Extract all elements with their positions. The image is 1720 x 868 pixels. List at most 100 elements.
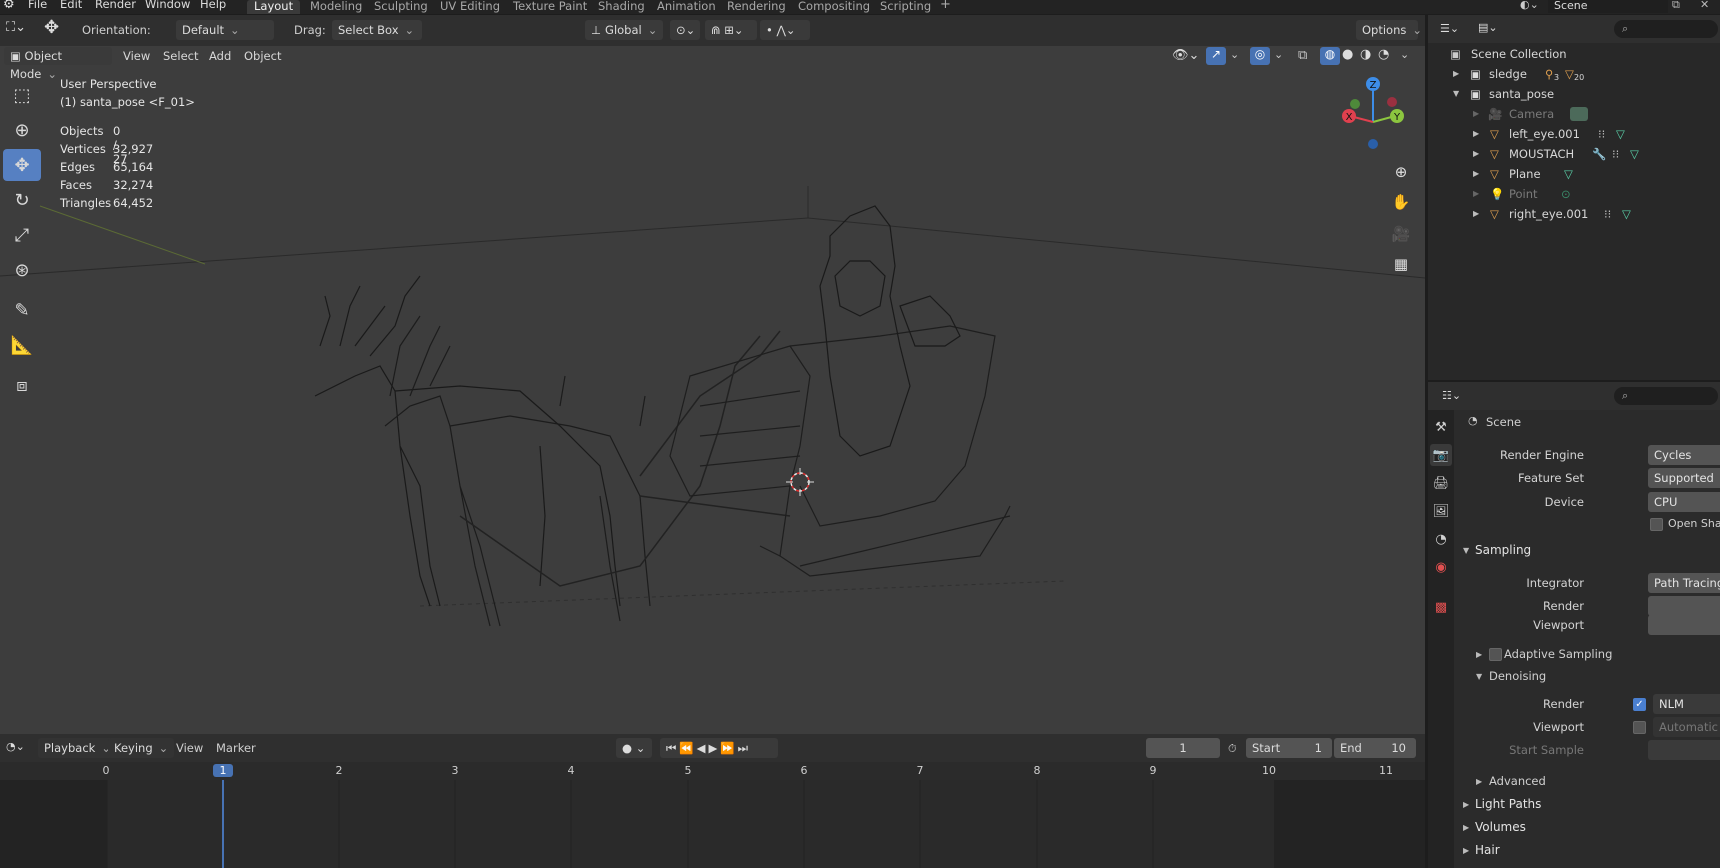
timeline-view-menu[interactable]: View <box>176 738 203 758</box>
navigation-gizmo[interactable]: Z Y X <box>1335 76 1415 156</box>
sampling-panel-header[interactable]: Sampling <box>1475 543 1531 557</box>
scene-selector-icon[interactable]: ◐⌄ <box>1520 0 1539 11</box>
adaptive-sampling-checkbox[interactable] <box>1489 648 1502 661</box>
denoise-viewport-checkbox[interactable] <box>1633 721 1646 734</box>
playback-menu[interactable]: Playback <box>38 738 117 758</box>
properties-search-input[interactable]: ⌕ <box>1614 387 1718 405</box>
editor-type-icon[interactable]: ⛶⌄ <box>6 20 26 35</box>
outliner-row-scene-collection[interactable]: ▣ Scene Collection <box>1428 44 1720 64</box>
marker-menu[interactable]: Marker <box>216 738 256 758</box>
outliner-row-sledge[interactable]: ▶ ▣ sledge ⚲ 3 ▽ 20 <box>1428 64 1720 84</box>
viewport-menu-object[interactable]: Object <box>240 47 285 65</box>
open-shading-checkbox[interactable] <box>1650 518 1663 531</box>
tab-animation[interactable]: Animation <box>650 0 723 14</box>
collapse-arrow-icon[interactable]: ▼ <box>1453 84 1459 104</box>
scene-wireframe[interactable] <box>0 46 1425 734</box>
timeline-editor-type-icon[interactable]: ◔⌄ <box>6 740 25 753</box>
options-dropdown[interactable]: Options <box>1356 20 1418 40</box>
overlays-dropdown-icon[interactable]: ⌄ <box>1274 48 1283 61</box>
auto-keying-button[interactable]: ● ⌄ <box>616 738 652 758</box>
expand-arrow-icon[interactable]: ▶ <box>1473 104 1479 124</box>
advanced-panel-header[interactable]: Advanced <box>1489 774 1546 788</box>
start-frame-field[interactable]: Start 1 <box>1246 738 1332 758</box>
outliner-row-moustach[interactable]: ▶ ▽ MOUSTACH 🔧 ⁝⁝ ▽ <box>1428 144 1720 164</box>
keying-menu[interactable]: Keying <box>108 738 175 758</box>
tab-uv-editing[interactable]: UV Editing <box>433 0 507 14</box>
outliner-row-camera[interactable]: ▶ 🎥 Camera <box>1428 104 1720 124</box>
viewport-menu-view[interactable]: View <box>119 47 154 65</box>
expand-arrow-icon[interactable]: ▶ <box>1473 124 1479 144</box>
pivot-point-button[interactable]: ⊙⌄ <box>670 20 700 40</box>
timeline-ruler[interactable]: 0 1 2 3 4 5 6 7 8 9 10 11 <box>0 762 1425 780</box>
expand-arrow-icon[interactable]: ▶ <box>1473 144 1479 164</box>
wireframe-shading-icon[interactable]: ◍ <box>1320 47 1340 65</box>
world-tab-icon[interactable]: ◉ <box>1430 556 1452 578</box>
gizmo-dropdown-icon[interactable]: ⌄ <box>1230 48 1239 61</box>
tab-layout[interactable]: Layout <box>247 0 301 14</box>
mode-dropdown[interactable]: ▣ Object Mode <box>4 47 112 81</box>
expand-arrow-icon[interactable]: ▶ <box>1463 800 1469 809</box>
viewport-menu-add[interactable]: Add <box>205 47 235 65</box>
measure-tool-icon[interactable]: 📐 <box>3 329 41 361</box>
preview-range-icon[interactable]: ⏱ <box>1228 742 1237 756</box>
denoise-render-dropdown[interactable]: NLM <box>1653 694 1720 714</box>
menu-edit[interactable]: Edit <box>60 0 82 11</box>
gizmo-toggle-icon[interactable]: ↗ <box>1206 47 1226 65</box>
properties-editor-type-icon[interactable]: ☷⌄ <box>1442 389 1461 402</box>
timeline-body[interactable] <box>0 780 1425 868</box>
expand-arrow-icon[interactable]: ▶ <box>1473 164 1479 184</box>
collapse-arrow-icon[interactable]: ▼ <box>1476 672 1482 681</box>
current-frame-indicator[interactable]: 1 <box>213 764 233 777</box>
tab-sculpting[interactable]: Sculpting <box>367 0 435 14</box>
denoising-panel-header[interactable]: Denoising <box>1489 669 1546 683</box>
scene-tab-icon[interactable]: ◔ <box>1430 528 1452 550</box>
scene-name-field[interactable]: Scene <box>1548 0 1668 13</box>
current-frame-field[interactable]: 1 <box>1146 738 1220 758</box>
proportional-edit-button[interactable]: • ⋀⌄ <box>760 20 810 40</box>
start-sample-field[interactable] <box>1648 740 1720 760</box>
collapse-arrow-icon[interactable]: ▼ <box>1463 546 1469 555</box>
rotate-tool-icon[interactable]: ↻ <box>3 184 41 216</box>
zoom-icon[interactable]: ⊕ <box>1388 159 1414 185</box>
tab-rendering[interactable]: Rendering <box>720 0 793 14</box>
scale-tool-icon[interactable]: ⤢ <box>3 219 41 251</box>
playback-controls[interactable]: ⏮⏪◀▶⏩⏭ <box>660 738 778 758</box>
samples-render-field[interactable] <box>1648 596 1720 616</box>
tool-tab-icon[interactable]: ⚒ <box>1430 416 1452 438</box>
material-shading-icon[interactable]: ◑ <box>1360 47 1371 62</box>
outliner-row-left-eye[interactable]: ▶ ▽ left_eye.001 ⁝⁝ ▽ <box>1428 124 1720 144</box>
render-engine-dropdown[interactable]: Cycles <box>1648 445 1720 465</box>
tab-texture-paint[interactable]: Texture Paint <box>506 0 594 14</box>
transform-orientation-dropdown[interactable]: ⊥ Global <box>585 20 663 40</box>
viewport-menu-select[interactable]: Select <box>159 47 202 65</box>
delete-scene-icon[interactable]: ✕ <box>1700 0 1709 11</box>
light-paths-panel-header[interactable]: Light Paths <box>1475 797 1541 811</box>
rendered-shading-icon[interactable]: ◔ <box>1378 47 1389 62</box>
outliner-row-right-eye[interactable]: ▶ ▽ right_eye.001 ⁝⁝ ▽ <box>1428 204 1720 224</box>
pan-hand-icon[interactable]: ✋ <box>1388 189 1414 215</box>
device-dropdown[interactable]: CPU <box>1648 492 1720 512</box>
transform-tool-icon[interactable]: ⊛ <box>3 254 41 286</box>
expand-arrow-icon[interactable]: ▶ <box>1476 650 1482 659</box>
expand-arrow-icon[interactable]: ▶ <box>1473 204 1479 224</box>
select-box-tool-icon[interactable]: ⬚ <box>3 79 41 111</box>
overlays-toggle-icon[interactable]: ◎ <box>1250 47 1270 65</box>
add-workspace-icon[interactable]: + <box>940 0 951 12</box>
ortho-grid-icon[interactable]: ▦ <box>1388 251 1414 277</box>
add-cube-tool-icon[interactable]: ⧈ <box>3 369 41 401</box>
menu-window[interactable]: Window <box>145 0 190 11</box>
outliner-editor-type-icon[interactable]: ☰⌄ <box>1440 22 1459 35</box>
outliner-row-santa-pose[interactable]: ▼ ▣ santa_pose <box>1428 84 1720 104</box>
move-tool-button-icon[interactable]: ✥ <box>3 149 41 181</box>
expand-arrow-icon[interactable]: ▶ <box>1473 184 1479 204</box>
volumes-panel-header[interactable]: Volumes <box>1475 820 1526 834</box>
snap-button[interactable]: ⋒ ⊞⌄ <box>705 20 757 40</box>
annotate-tool-icon[interactable]: ✎ <box>3 294 41 326</box>
cursor-tool-icon[interactable]: ⊕ <box>3 114 41 146</box>
tab-scripting[interactable]: Scripting <box>873 0 938 14</box>
integrator-dropdown[interactable]: Path Tracing <box>1648 573 1720 593</box>
feature-set-dropdown[interactable]: Supported <box>1648 468 1720 488</box>
outliner-row-plane[interactable]: ▶ ▽ Plane ▽ <box>1428 164 1720 184</box>
expand-arrow-icon[interactable]: ▶ <box>1453 64 1459 84</box>
samples-viewport-field[interactable] <box>1648 615 1720 635</box>
